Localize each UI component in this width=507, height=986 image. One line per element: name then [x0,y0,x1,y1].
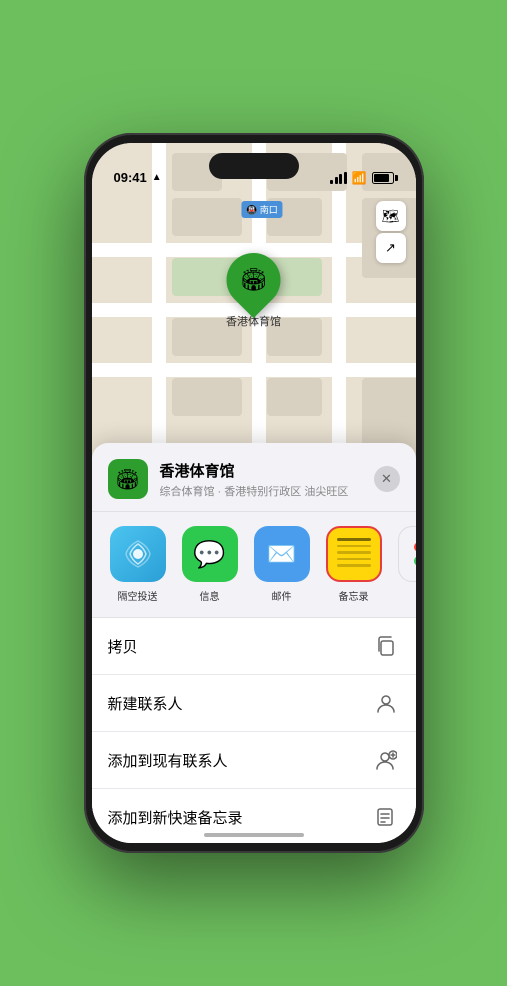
mail-label: 邮件 [272,588,292,603]
metro-icon: 🚇 [246,205,257,215]
venue-header: 🏟 香港体育馆 综合体育馆 · 香港特别行政区 油尖旺区 ✕ [92,459,416,512]
battery-icon [372,172,394,184]
map-controls[interactable]: 🗺 ↗ [376,201,406,263]
messages-icon: 💬 [182,526,238,582]
copy-icon [372,632,400,660]
dynamic-island [209,153,299,179]
more-apps-icon [398,526,416,582]
status-time: 09:41 ▲ [114,170,162,185]
signal-icon [330,172,347,184]
venue-icon-glyph: 🏟 [115,467,140,492]
pin-circle: 🏟 [215,242,291,318]
location-arrow-icon: ▲ [152,172,162,183]
time-label: 09:41 [114,170,147,185]
venue-info: 香港体育馆 综合体育馆 · 香港特别行政区 油尖旺区 [160,460,374,499]
share-messages[interactable]: 💬 信息 [180,526,240,603]
airdrop-label: 隔空投送 [118,588,158,603]
airdrop-icon [110,526,166,582]
status-icons: 📶 [330,171,393,185]
add-contact-icon [372,746,400,774]
location-button[interactable]: ↗ [376,233,406,263]
action-copy[interactable]: 拷贝 [92,618,416,675]
notes-label: 备忘录 [339,588,369,603]
venue-name: 香港体育馆 [160,460,374,481]
mail-icon: ✉️ [254,526,310,582]
phone-frame: 09:41 ▲ 📶 [84,133,424,853]
new-contact-icon [372,689,400,717]
action-new-contact[interactable]: 新建联系人 [92,675,416,732]
home-indicator [204,833,304,837]
map-area: 🚇 南口 🗺 ↗ 🏟 香港体育馆 [92,143,416,473]
share-row: 隔空投送 💬 信息 ✉️ 邮件 [92,512,416,618]
add-contact-label: 添加到现有联系人 [108,750,228,771]
share-notes[interactable]: 备忘录 [324,526,384,603]
map-layers-button[interactable]: 🗺 [376,201,406,231]
location-pin: 🏟 香港体育馆 [226,253,281,329]
action-list: 拷贝 新建联系人 [92,618,416,843]
notes-app-icon [326,526,382,582]
stadium-icon: 🏟 [240,267,268,293]
messages-label: 信息 [200,588,220,603]
add-note-icon [372,803,400,831]
new-contact-label: 新建联系人 [108,693,183,714]
copy-label: 拷贝 [108,636,138,657]
venue-icon: 🏟 [108,459,148,499]
share-airdrop[interactable]: 隔空投送 [108,526,168,603]
phone-screen: 09:41 ▲ 📶 [92,143,416,843]
share-mail[interactable]: ✉️ 邮件 [252,526,312,603]
action-add-contact[interactable]: 添加到现有联系人 [92,732,416,789]
bottom-sheet: 🏟 香港体育馆 综合体育馆 · 香港特别行政区 油尖旺区 ✕ [92,443,416,843]
add-note-label: 添加到新快速备忘录 [108,807,243,828]
wifi-icon: 📶 [352,171,367,185]
share-more[interactable]: 推 [396,526,416,603]
close-button[interactable]: ✕ [374,466,400,492]
venue-description: 综合体育馆 · 香港特别行政区 油尖旺区 [160,483,374,499]
map-metro-label: 🚇 南口 [241,201,283,218]
